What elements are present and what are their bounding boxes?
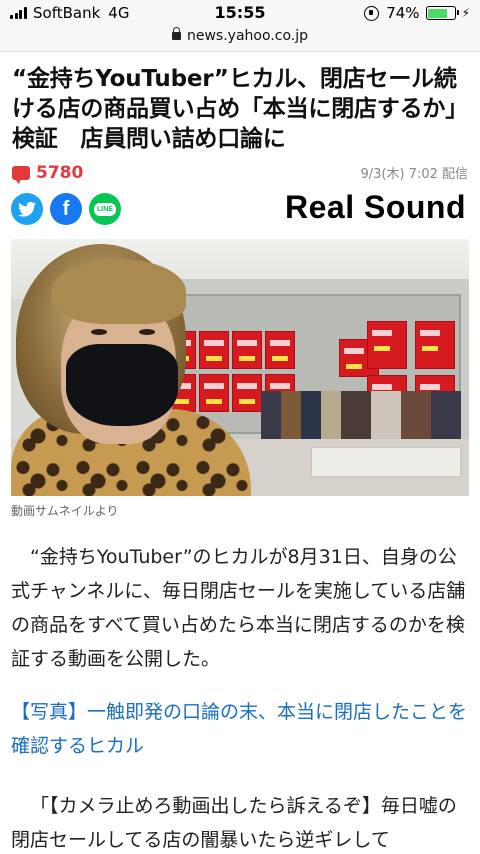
- photo-link[interactable]: 【写真】一触即発の口論の末、本当に閉店したことを確認するヒカル: [11, 695, 471, 763]
- clothes-rack: [261, 391, 461, 439]
- article-paragraph: 「【カメラ止めろ動画出したら訴えるぞ】毎日嘘の閉店セールしてる店の闇暴いたら逆ギ…: [11, 795, 457, 851]
- sale-poster: [232, 331, 262, 369]
- person-eye: [139, 329, 155, 335]
- sale-poster: [415, 321, 455, 369]
- twitter-icon: [18, 201, 36, 217]
- publisher-logo[interactable]: Real Sound: [285, 189, 466, 226]
- battery-icon: [425, 6, 459, 20]
- comment-icon: [12, 166, 30, 184]
- url-text: news.yahoo.co.jp: [187, 28, 308, 44]
- battery-fill: [428, 8, 447, 18]
- share-buttons: f LINE: [11, 193, 128, 225]
- status-right: 74% ⚡: [364, 4, 470, 22]
- facebook-icon: f: [62, 197, 70, 220]
- image-caption: 動画サムネイルより: [11, 504, 119, 518]
- comment-count: 5780: [36, 163, 84, 183]
- article-photo[interactable]: [11, 239, 469, 496]
- store-counter: [311, 447, 461, 477]
- orientation-lock-icon: [364, 5, 380, 21]
- publish-date: 9/3(木) 7:02 配信: [360, 167, 468, 182]
- url-bar[interactable]: news.yahoo.co.jp: [0, 26, 480, 52]
- line-icon: LINE: [94, 202, 116, 216]
- comment-link[interactable]: 5780: [12, 163, 84, 184]
- person-bangs: [51, 259, 186, 324]
- line-share-button[interactable]: LINE: [89, 193, 121, 225]
- sale-poster: [199, 374, 229, 412]
- sale-poster: [367, 321, 407, 369]
- sale-poster: [199, 331, 229, 369]
- sale-poster: [265, 331, 295, 369]
- status-bar: SoftBank 4G 15:55 74% ⚡: [0, 0, 480, 26]
- facebook-share-button[interactable]: f: [50, 193, 82, 225]
- battery-percent: 74%: [386, 4, 420, 22]
- article-paragraph: “金持ちYouTuber”のヒカルが8月31日、自身の公式チャンネルに、毎日閉店…: [11, 546, 466, 670]
- article-headline: “金持ちYouTuber”ヒカル、閉店セール続ける店の商品買い占め「本当に閉店す…: [12, 66, 469, 152]
- twitter-share-button[interactable]: [11, 193, 43, 225]
- sale-poster: [232, 374, 262, 412]
- lock-icon: [172, 27, 181, 40]
- face-mask: [66, 344, 178, 426]
- person-eye: [91, 329, 107, 335]
- charging-icon: ⚡: [461, 6, 470, 20]
